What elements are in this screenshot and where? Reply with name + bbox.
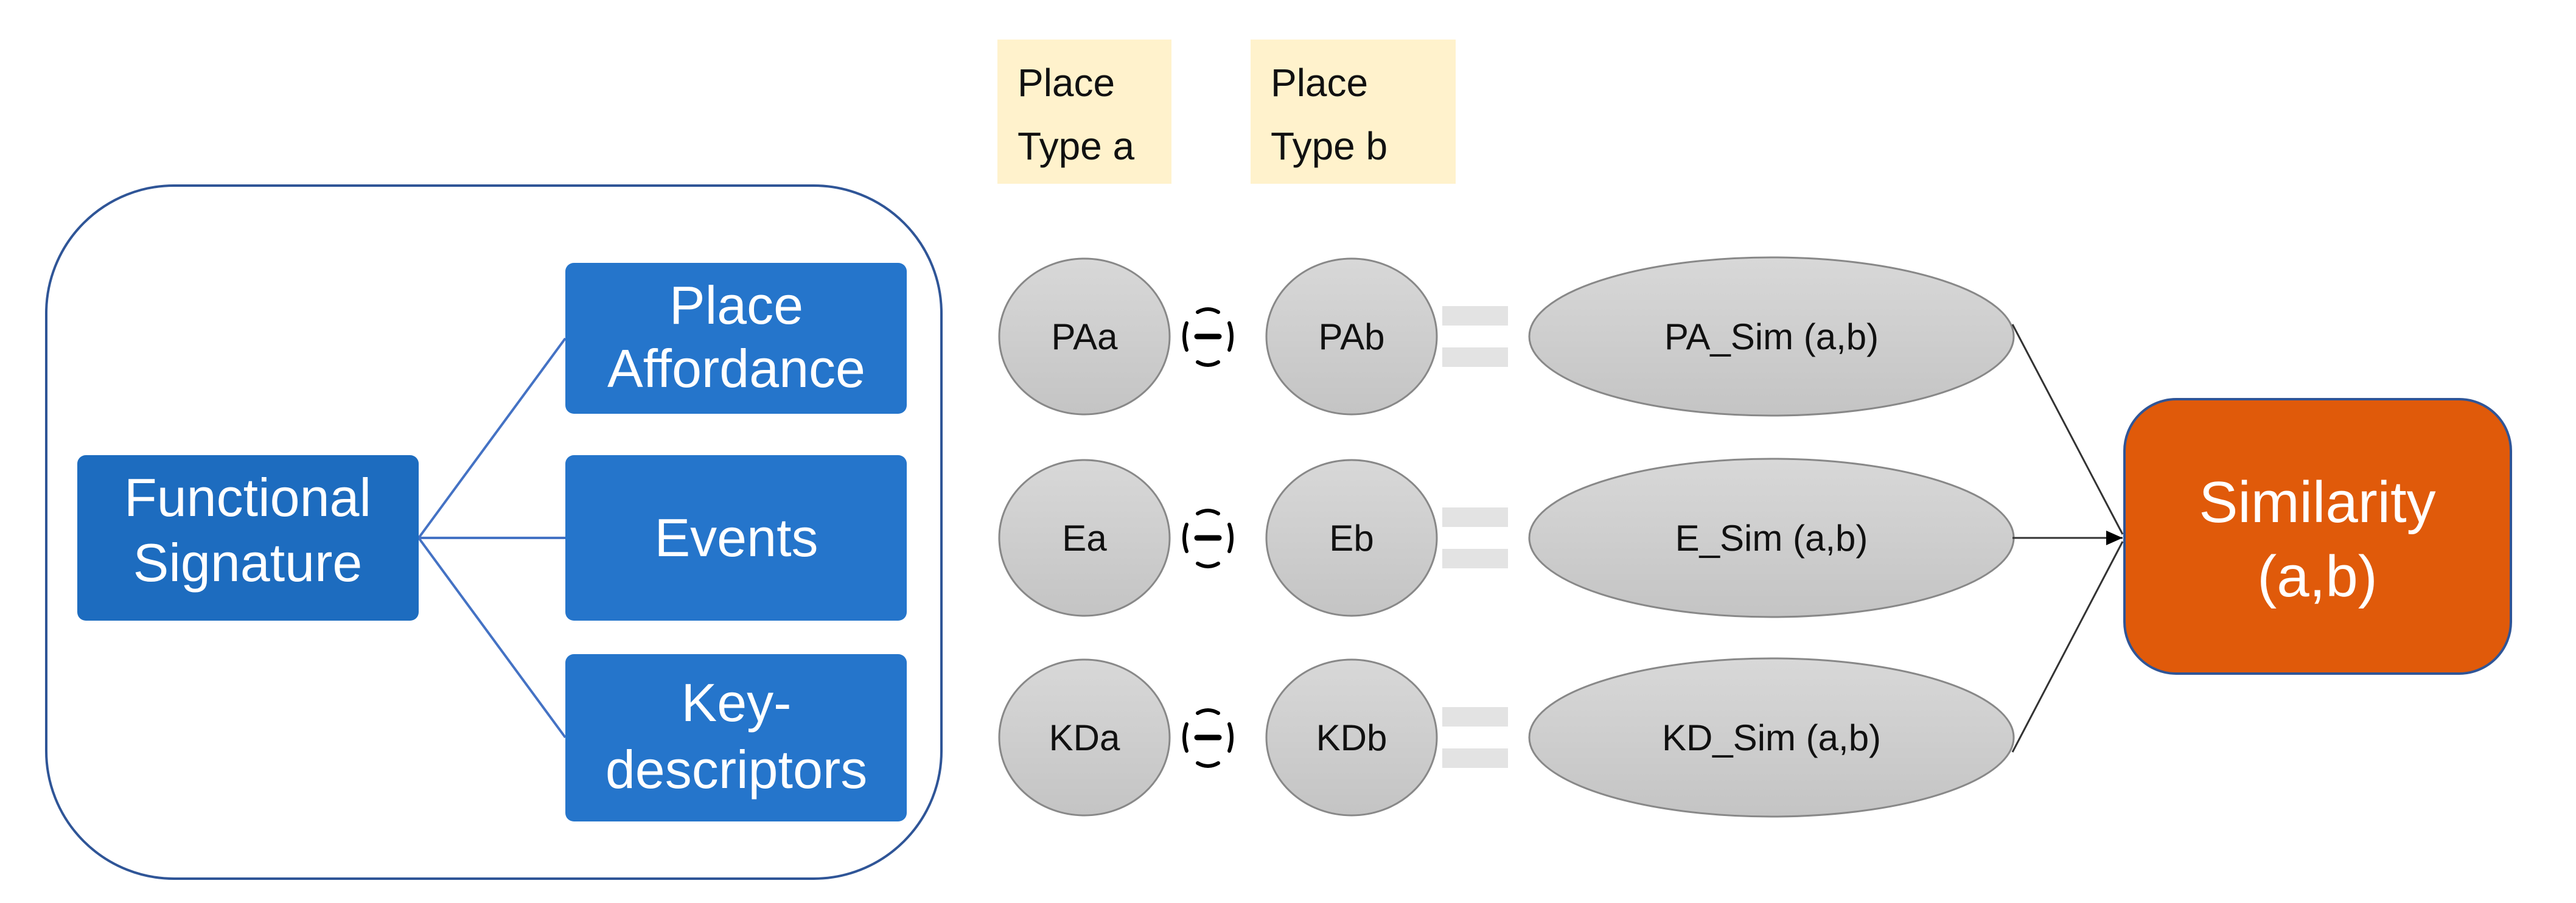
component-label: descriptors: [606, 739, 867, 800]
node-label: KDb: [1316, 717, 1387, 758]
component-label: Place: [669, 275, 803, 335]
similarity-label: Similarity: [2199, 470, 2435, 535]
component-label: Affordance: [607, 338, 865, 399]
similarity-component-node: E_Sim (a,b): [1528, 458, 2015, 618]
comparison-row: KDa KDb KD_Sim (a,b): [998, 657, 2015, 818]
similarity-component-node: KD_Sim (a,b): [1528, 657, 2015, 818]
minus-circle-icon: [1182, 708, 1234, 768]
similarity-component-label: E_Sim (a,b): [1675, 518, 1868, 559]
similarity-label: (a,b): [2257, 544, 2377, 609]
component-label: Events: [654, 507, 818, 568]
functional-signature-diagram: Functional Signature Place Affordance Ev…: [45, 40, 2512, 880]
equals-icon: [1442, 507, 1508, 568]
place-type-label-text: Place: [1271, 61, 1368, 105]
place-type-a-label: Place Type a: [997, 40, 1171, 184]
node-label: Eb: [1329, 518, 1374, 559]
node-label: KDa: [1049, 717, 1120, 758]
component-key-descriptors: Key- descriptors: [565, 654, 907, 821]
component-place-affordance: Place Affordance: [565, 263, 907, 414]
node-label: PAb: [1319, 316, 1385, 357]
similarity-connectors: [2011, 324, 2124, 753]
comparison-row: Ea Eb E_Sim (a,b): [998, 458, 2015, 618]
equals-icon: [1442, 306, 1508, 367]
place-type-label-text: Type b: [1271, 124, 1387, 168]
minus-circle-icon: [1182, 307, 1234, 367]
node-place-a: Ea: [998, 459, 1171, 617]
similarity-box: Similarity (a,b): [2123, 398, 2512, 675]
place-type-label-text: Type a: [1017, 124, 1135, 168]
component-label: Key-: [682, 672, 792, 733]
node-place-b: Eb: [1265, 459, 1438, 617]
node-place-b: KDb: [1265, 658, 1438, 817]
similarity-component-label: PA_Sim (a,b): [1664, 316, 1879, 357]
functional-signature-label: Signature: [133, 532, 363, 593]
functional-signature-box: Functional Signature: [77, 455, 419, 621]
node-place-a: PAa: [998, 257, 1171, 416]
node-place-a: KDa: [998, 658, 1171, 817]
component-events: Events: [565, 455, 907, 621]
similarity-component-node: PA_Sim (a,b): [1528, 256, 2015, 417]
place-type-b-label: Place Type b: [1251, 40, 1456, 184]
comparison-row: PAa PAb PA_Sim (a,b): [998, 256, 2015, 417]
node-label: Ea: [1062, 518, 1107, 559]
node-place-b: PAb: [1265, 257, 1438, 416]
functional-signature-label: Functional: [124, 467, 371, 528]
equals-icon: [1442, 707, 1508, 768]
minus-circle-icon: [1182, 509, 1234, 568]
similarity-component-label: KD_Sim (a,b): [1662, 717, 1881, 758]
node-label: PAa: [1052, 316, 1119, 357]
place-type-label-text: Place: [1017, 61, 1115, 105]
